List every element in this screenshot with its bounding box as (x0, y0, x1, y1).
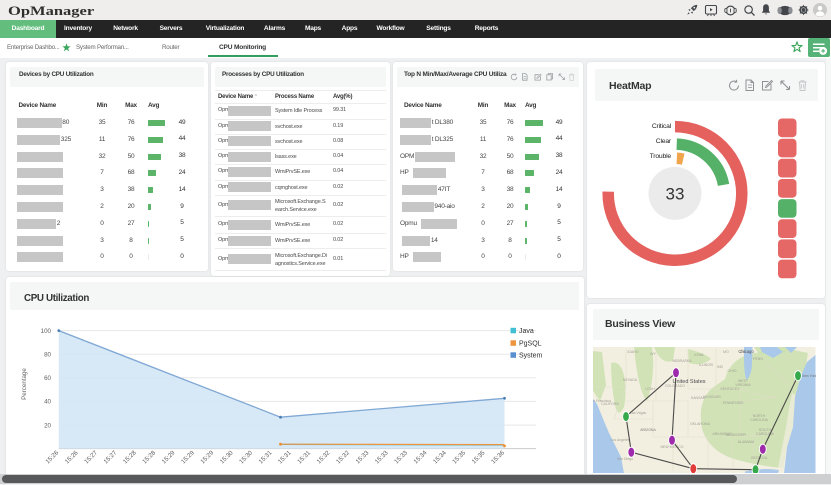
svg-text:MISSISSIPPI: MISSISSIPPI (726, 433, 747, 437)
svg-text:15:28: 15:28 (141, 449, 157, 465)
svg-text:Java: Java (519, 328, 534, 335)
svg-text:15:35: 15:35 (470, 449, 486, 465)
svg-text:IOWA: IOWA (694, 353, 704, 357)
svg-text:15:26: 15:26 (44, 449, 60, 465)
svg-text:San Francisco: San Francisco (593, 399, 611, 403)
svg-text:ALABAMA: ALABAMA (738, 440, 755, 444)
svg-text:20: 20 (44, 423, 51, 430)
svg-text:15:30: 15:30 (238, 449, 254, 465)
svg-text:TENNESSEE: TENNESSEE (722, 401, 744, 405)
svg-text:15:31: 15:31 (276, 449, 292, 465)
svg-text:UTAH: UTAH (645, 387, 655, 391)
svg-text:15:26: 15:26 (63, 449, 79, 465)
svg-text:15:33: 15:33 (393, 449, 409, 465)
svg-text:KENTUCKY: KENTUCKY (720, 387, 740, 391)
svg-text:IDAHO: IDAHO (627, 350, 638, 354)
svg-text:15:27: 15:27 (102, 449, 118, 465)
svg-text:15:30: 15:30 (218, 449, 234, 465)
svg-text:40: 40 (44, 399, 51, 406)
svg-text:15:33: 15:33 (354, 449, 370, 465)
svg-text:OHIO: OHIO (728, 369, 737, 373)
svg-text:15:28: 15:28 (121, 449, 137, 465)
svg-text:OKLAHOMA: OKLAHOMA (690, 422, 711, 426)
svg-text:15:33: 15:33 (373, 449, 389, 465)
svg-text:Percentage: Percentage (21, 368, 28, 400)
svg-text:15:31: 15:31 (257, 449, 273, 465)
svg-text:80: 80 (44, 352, 51, 359)
svg-text:NEVADA: NEVADA (623, 378, 638, 382)
svg-text:15:31: 15:31 (296, 449, 312, 465)
svg-text:15:34: 15:34 (431, 449, 447, 465)
svg-text:15:27: 15:27 (83, 449, 99, 465)
svg-text:United States: United States (672, 379, 705, 385)
svg-text:60: 60 (44, 375, 51, 382)
svg-text:15:29: 15:29 (179, 449, 195, 465)
svg-text:15:29: 15:29 (160, 449, 176, 465)
svg-text:15:34: 15:34 (412, 449, 428, 465)
svg-text:MO: MO (723, 350, 729, 354)
svg-text:New York: New York (802, 374, 816, 378)
svg-text:IND: IND (717, 365, 724, 369)
svg-text:NEBRASKA: NEBRASKA (672, 359, 692, 363)
svg-text:ARIZONA: ARIZONA (640, 428, 656, 432)
svg-text:Chicago: Chicago (738, 349, 754, 354)
svg-text:ILLINOIS: ILLINOIS (699, 363, 714, 367)
svg-text:WY: WY (650, 352, 656, 356)
svg-text:PENN: PENN (753, 357, 763, 361)
svg-text:Los Angeles: Los Angeles (610, 438, 629, 442)
svg-text:15:32: 15:32 (315, 449, 331, 465)
svg-text:System: System (519, 353, 543, 360)
svg-text:PgSQL: PgSQL (519, 341, 542, 348)
svg-text:15:32: 15:32 (335, 449, 351, 465)
svg-text:33: 33 (666, 185, 685, 204)
svg-text:15:36: 15:36 (490, 449, 506, 465)
svg-text:15:29: 15:29 (199, 449, 215, 465)
svg-text:15:35: 15:35 (451, 449, 467, 465)
svg-text:MISSOURI: MISSOURI (703, 395, 720, 399)
svg-text:100: 100 (40, 328, 51, 335)
